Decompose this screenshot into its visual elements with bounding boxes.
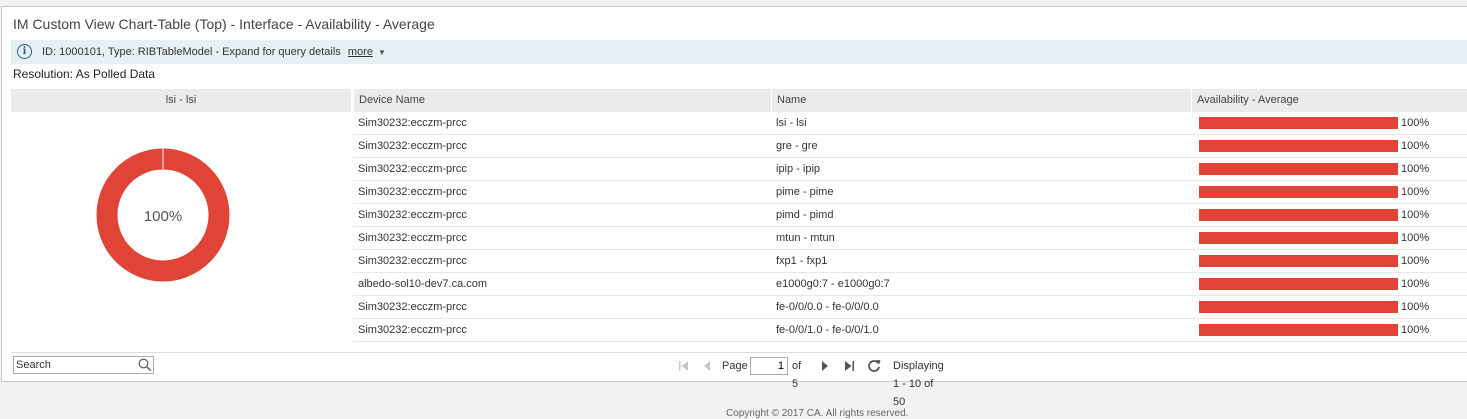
availability-value: 100% bbox=[1401, 140, 1430, 152]
availability-bar bbox=[1199, 117, 1398, 129]
availability-bar-track bbox=[1199, 232, 1398, 244]
caret-down-icon[interactable]: ▼ bbox=[378, 48, 386, 57]
info-icon: i bbox=[17, 44, 32, 59]
device-name-cell: Sim30232:ecczm-prcc bbox=[358, 324, 467, 336]
availability-bar-track bbox=[1199, 209, 1398, 221]
availability-bar bbox=[1199, 140, 1398, 152]
donut-center-label: 100% bbox=[144, 208, 182, 225]
availability-value: 100% bbox=[1401, 209, 1430, 221]
table-row[interactable]: Sim30232:ecczm-prcc ipip - ipip 100% bbox=[353, 158, 1467, 181]
availability-bar-track bbox=[1199, 324, 1398, 336]
chart-header: lsi - lsi bbox=[11, 89, 351, 112]
previous-page-icon[interactable] bbox=[702, 357, 712, 375]
availability-bar-track bbox=[1199, 117, 1398, 129]
donut-chart: 100% bbox=[96, 148, 230, 282]
more-link[interactable]: more bbox=[348, 46, 373, 58]
table-row[interactable]: Sim30232:ecczm-prcc fe-0/0/0.0 - fe-0/0/0… bbox=[353, 296, 1467, 319]
search-field[interactable] bbox=[13, 356, 154, 374]
availability-bar-track bbox=[1199, 140, 1398, 152]
availability-bar bbox=[1199, 209, 1398, 221]
page-count-label: of 5 bbox=[792, 360, 802, 390]
availability-bar bbox=[1199, 324, 1398, 336]
table-row[interactable]: Sim30232:ecczm-prcc mtun - mtun 100% bbox=[353, 227, 1467, 250]
availability-bar bbox=[1199, 255, 1398, 267]
paging-status: Displaying 1 - 10 of 50 bbox=[893, 360, 944, 408]
interface-name-cell: e1000g0:7 - e1000g0:7 bbox=[776, 278, 890, 290]
availability-bar-track bbox=[1199, 255, 1398, 267]
column-header-name[interactable]: Name bbox=[771, 89, 1191, 112]
availability-bar bbox=[1199, 186, 1398, 198]
availability-bar bbox=[1199, 163, 1398, 175]
search-input[interactable] bbox=[16, 358, 132, 372]
availability-bar-track bbox=[1199, 186, 1398, 198]
info-bar: i ID: 1000101, Type: RIBTableModel - Exp… bbox=[11, 40, 1467, 64]
availability-value: 100% bbox=[1401, 278, 1430, 290]
device-name-cell: Sim30232:ecczm-prcc bbox=[358, 186, 467, 198]
availability-bar bbox=[1199, 301, 1398, 313]
device-name-cell: Sim30232:ecczm-prcc bbox=[358, 301, 467, 313]
interface-name-cell: mtun - mtun bbox=[776, 232, 835, 244]
availability-bar-track bbox=[1199, 163, 1398, 175]
resolution-label: Resolution: As Polled Data bbox=[13, 67, 156, 81]
device-name-cell: Sim30232:ecczm-prcc bbox=[358, 163, 467, 175]
availability-value: 100% bbox=[1401, 255, 1430, 267]
query-details-text: ID: 1000101, Type: RIBTableModel - Expan… bbox=[42, 46, 341, 58]
table-header: Device Name Name Availability - Average bbox=[353, 89, 1467, 112]
table-row[interactable]: Sim30232:ecczm-prcc lsi - lsi 100% bbox=[353, 112, 1467, 135]
table-row[interactable]: Sim30232:ecczm-prcc fe-0/0/1.0 - fe-0/0/1… bbox=[353, 319, 1467, 342]
last-page-icon[interactable] bbox=[843, 357, 855, 375]
table-row[interactable]: Sim30232:ecczm-prcc fxp1 - fxp1 100% bbox=[353, 250, 1467, 273]
availability-bar-track bbox=[1199, 278, 1398, 290]
copyright-text: Copyright © 2017 CA. All rights reserved… bbox=[726, 408, 909, 419]
interface-name-cell: ipip - ipip bbox=[776, 163, 821, 175]
availability-value: 100% bbox=[1401, 232, 1430, 244]
interface-name-cell: gre - gre bbox=[776, 140, 818, 152]
next-page-icon[interactable] bbox=[820, 357, 830, 375]
interface-name-cell: lsi - lsi bbox=[776, 117, 807, 129]
availability-value: 100% bbox=[1401, 186, 1430, 198]
footer-divider bbox=[11, 352, 1467, 353]
table-row[interactable]: albedo-sol10-dev7.ca.com e1000g0:7 - e100… bbox=[353, 273, 1467, 296]
device-name-cell: Sim30232:ecczm-prcc bbox=[358, 232, 467, 244]
page-title: IM Custom View Chart-Table (Top) - Inter… bbox=[13, 16, 435, 32]
availability-bar-track bbox=[1199, 301, 1398, 313]
report-panel: IM Custom View Chart-Table (Top) - Inter… bbox=[1, 6, 1467, 408]
device-name-cell: albedo-sol10-dev7.ca.com bbox=[358, 278, 488, 290]
table-body: Sim30232:ecczm-prcc lsi - lsi 100% Sim30232… bbox=[353, 112, 1467, 342]
device-name-cell: Sim30232:ecczm-prcc bbox=[358, 140, 467, 152]
column-header-device-name[interactable]: Device Name bbox=[353, 89, 771, 112]
device-name-cell: Sim30232:ecczm-prcc bbox=[358, 255, 467, 267]
interface-name-cell: pimd - pimd bbox=[776, 209, 834, 221]
availability-value: 100% bbox=[1401, 117, 1430, 129]
page-label: Page bbox=[722, 360, 748, 372]
interface-name-cell: pime - pime bbox=[776, 186, 834, 198]
table-row[interactable]: Sim30232:ecczm-prcc gre - gre 100% bbox=[353, 135, 1467, 158]
device-name-cell: Sim30232:ecczm-prcc bbox=[358, 209, 467, 221]
interface-name-cell: fxp1 - fxp1 bbox=[776, 255, 828, 267]
interface-name-cell: fe-0/0/1.0 - fe-0/0/1.0 bbox=[776, 324, 879, 336]
availability-bar bbox=[1199, 278, 1398, 290]
search-icon[interactable] bbox=[138, 358, 152, 372]
first-page-icon[interactable] bbox=[678, 357, 690, 375]
availability-value: 100% bbox=[1401, 301, 1430, 313]
column-header-availability[interactable]: Availability - Average bbox=[1191, 89, 1467, 112]
data-table: Device Name Name Availability - Average … bbox=[353, 89, 1467, 342]
refresh-icon[interactable] bbox=[867, 357, 881, 375]
table-row[interactable]: Sim30232:ecczm-prcc pime - pime 100% bbox=[353, 181, 1467, 204]
availability-value: 100% bbox=[1401, 163, 1430, 175]
availability-value: 100% bbox=[1401, 324, 1430, 336]
availability-bar bbox=[1199, 232, 1398, 244]
page-number-input[interactable] bbox=[750, 357, 788, 375]
interface-name-cell: fe-0/0/0.0 - fe-0/0/0.0 bbox=[776, 301, 879, 313]
table-row[interactable]: Sim30232:ecczm-prcc pimd - pimd 100% bbox=[353, 204, 1467, 227]
device-name-cell: Sim30232:ecczm-prcc bbox=[358, 117, 467, 129]
